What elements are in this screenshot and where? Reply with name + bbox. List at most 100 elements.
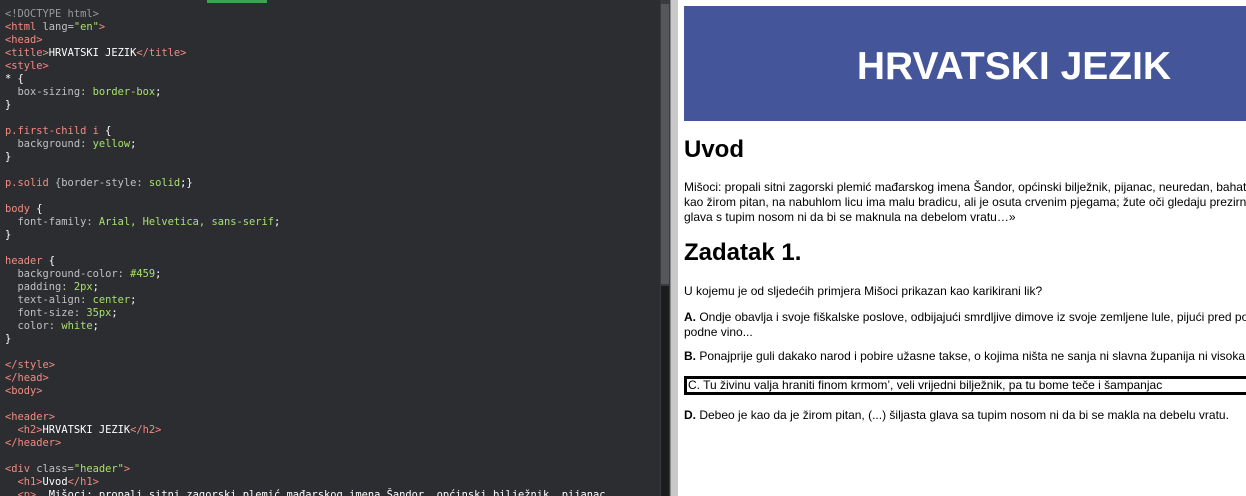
code-token: Mišoci: propali sitni zagorski plemić ma… xyxy=(48,489,606,496)
code-token: center xyxy=(92,294,131,306)
code-line[interactable]: <!DOCTYPE html> xyxy=(5,8,606,21)
code-token: font-size: xyxy=(5,307,87,319)
editor-scrollbar-thumb[interactable] xyxy=(661,4,669,284)
code-token: ; xyxy=(130,294,137,306)
code-token: <h1> xyxy=(5,476,43,488)
code-line[interactable] xyxy=(5,346,606,359)
code-line[interactable]: <p> Mišoci: propali sitni zagorski plemi… xyxy=(5,489,606,496)
code-token: <!DOCTYPE html> xyxy=(5,8,99,20)
code-token: body xyxy=(5,203,37,215)
code-token: background-color: xyxy=(5,268,131,280)
code-line[interactable]: </style> xyxy=(5,359,606,372)
code-line[interactable]: p.first-child i { xyxy=(5,125,606,138)
code-token: text-align: xyxy=(5,294,93,306)
code-token: border-box xyxy=(92,86,156,98)
code-token: header xyxy=(5,255,49,267)
code-token: <div xyxy=(5,463,37,475)
code-token: * { xyxy=(5,73,24,85)
code-line[interactable]: <head> xyxy=(5,34,606,47)
code-token: ; xyxy=(155,86,162,98)
code-line[interactable]: } xyxy=(5,333,606,346)
code-token: } xyxy=(5,99,12,111)
code-line[interactable]: p.solid {border-style: solid;} xyxy=(5,177,606,190)
code-token: } xyxy=(5,333,12,345)
code-token: > xyxy=(123,463,131,475)
code-line[interactable] xyxy=(5,190,606,203)
code-line[interactable]: padding: 2px; xyxy=(5,281,606,294)
option-letter: B. xyxy=(684,349,696,363)
code-line[interactable]: } xyxy=(5,151,606,164)
active-tab-indicator xyxy=(207,0,267,3)
code-line[interactable]: font-size: 35px; xyxy=(5,307,606,320)
code-line[interactable]: } xyxy=(5,99,606,112)
code-line[interactable] xyxy=(5,164,606,177)
code-line[interactable]: * { xyxy=(5,73,606,86)
code-token: #459 xyxy=(130,268,156,280)
code-token: <h2> xyxy=(5,424,43,436)
code-token: </head> xyxy=(5,372,49,384)
header-title: HRVATSKI JEZIK xyxy=(856,45,1172,88)
code-line[interactable] xyxy=(5,242,606,255)
code-line[interactable]: <html lang="en"> xyxy=(5,21,606,34)
code-token: ; xyxy=(274,216,281,228)
code-token: lang= xyxy=(42,21,74,33)
code-editor[interactable]: <!DOCTYPE html> <html lang="en"> <head> <ti… xyxy=(0,0,660,496)
code-line[interactable]: <h1>Uvod</h1> xyxy=(5,476,606,489)
code-line[interactable]: <h2>HRVATSKI JEZIK</h2> xyxy=(5,424,606,437)
code-token: class= xyxy=(36,463,74,475)
code-token: } xyxy=(5,229,12,241)
code-line[interactable]: <title>HRVATSKI JEZIK</title> xyxy=(5,47,606,60)
code-token: font-family: xyxy=(5,216,99,228)
intro-paragraph: Mišoci: propali sitni zagorski plemić ma… xyxy=(684,180,1246,225)
code-line[interactable]: color: white; xyxy=(5,320,606,333)
code-token: <p> xyxy=(5,489,49,496)
code-line[interactable] xyxy=(5,112,606,125)
code-line[interactable]: font-family: Arial, Helvetica, sans-seri… xyxy=(5,216,606,229)
editor-scrollbar-gutter xyxy=(661,286,669,496)
section-heading-zadatak: Zadatak 1. xyxy=(684,239,802,266)
section-heading-uvod: Uvod xyxy=(684,136,744,163)
code-token: { xyxy=(36,203,43,215)
code-token: </style> xyxy=(5,359,56,371)
code-token: Uvod xyxy=(42,476,68,488)
question-text: U kojemu je od sljedećih primjera Mišoci… xyxy=(684,284,1043,298)
code-token: <header> xyxy=(5,411,56,423)
code-token: solid xyxy=(148,177,181,189)
code-line[interactable]: <style> xyxy=(5,60,606,73)
option-text: Tu živinu valja hraniti finom krmom’, ve… xyxy=(700,378,1163,392)
pane-resize-handle[interactable] xyxy=(670,0,678,496)
code-line[interactable]: background: yellow; xyxy=(5,138,606,151)
code-token: { xyxy=(48,255,56,267)
code-token: color: xyxy=(5,320,62,332)
answer-option-a: A. Ondje obavlja i svoje fiškalske poslo… xyxy=(684,310,1246,340)
code-line[interactable]: </head> xyxy=(5,372,606,385)
code-token: ; xyxy=(155,268,162,280)
option-letter: D. xyxy=(684,408,696,422)
code-token: box-sizing: xyxy=(5,86,93,98)
code-line[interactable] xyxy=(5,398,606,411)
code-token: 35px xyxy=(86,307,112,319)
code-line[interactable]: } xyxy=(5,229,606,242)
option-letter: A. xyxy=(684,310,696,324)
code-token: background: xyxy=(5,138,93,150)
code-line[interactable]: <header> xyxy=(5,411,606,424)
code-token: <style> xyxy=(5,60,49,72)
code-line[interactable]: body { xyxy=(5,203,606,216)
code-lines[interactable]: <!DOCTYPE html> <html lang="en"> <head> <ti… xyxy=(5,8,606,496)
code-token: p.first-child i xyxy=(5,125,106,137)
code-token: {border-style: xyxy=(55,177,149,189)
code-token: "header" xyxy=(73,463,124,475)
code-line[interactable]: <div class="header"> xyxy=(5,463,606,476)
code-line[interactable] xyxy=(5,450,606,463)
code-line[interactable]: header { xyxy=(5,255,606,268)
code-token: p.solid xyxy=(5,177,56,189)
code-line[interactable]: </header> xyxy=(5,437,606,450)
code-token: > xyxy=(98,21,106,33)
code-line[interactable]: box-sizing: border-box; xyxy=(5,86,606,99)
code-line[interactable]: text-align: center; xyxy=(5,294,606,307)
code-token: } xyxy=(5,151,12,163)
code-line[interactable]: background-color: #459; xyxy=(5,268,606,281)
code-token: ; xyxy=(92,320,99,332)
code-token: ;} xyxy=(180,177,193,189)
code-line[interactable]: <body> xyxy=(5,385,606,398)
